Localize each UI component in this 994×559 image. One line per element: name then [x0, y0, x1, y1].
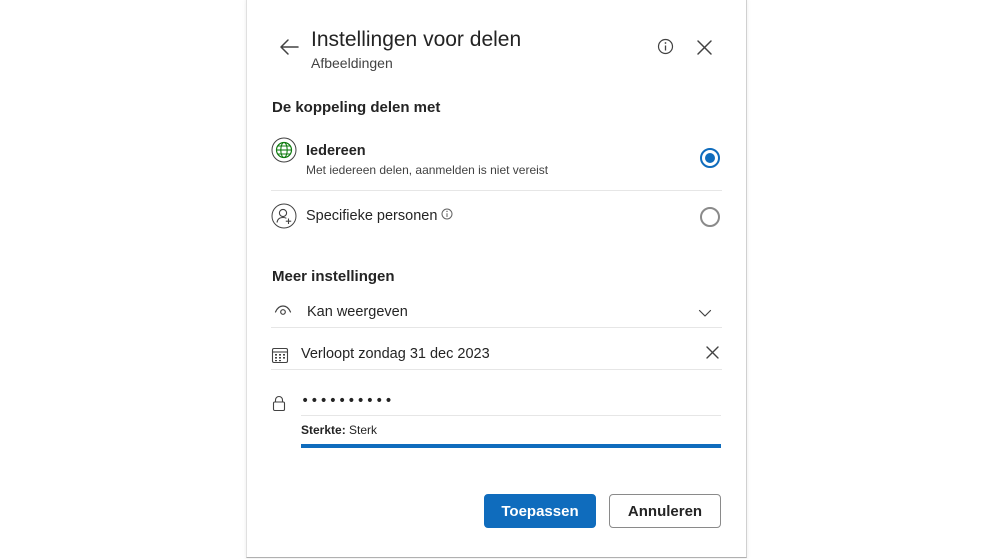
lock-icon	[272, 395, 286, 412]
option-specific-people-text: Specifieke personen	[306, 208, 438, 224]
eye-icon	[274, 303, 292, 317]
more-settings-heading: Meer instellingen	[272, 268, 395, 285]
strength-value: Sterk	[349, 423, 378, 437]
strength-bar	[301, 444, 721, 448]
password-strength: Sterkte: Sterk	[301, 423, 377, 437]
radio-everyone-selected[interactable]	[700, 148, 720, 168]
cancel-button[interactable]: Annuleren	[609, 494, 721, 528]
option-everyone-label: Iedereen	[306, 143, 366, 159]
strength-label: Sterkte:	[301, 423, 346, 437]
permission-value: Kan weergeven	[307, 304, 408, 320]
radio-specific-people[interactable]	[700, 207, 720, 227]
person-add-icon	[271, 203, 297, 229]
expiry-date-value: Verloopt zondag 31 dec 2023	[301, 346, 490, 362]
option-specific-people-label: Specifieke personen	[306, 208, 453, 224]
strength-bar-fill	[301, 444, 721, 448]
share-with-heading: De koppeling delen met	[272, 99, 441, 116]
page-subtitle: Afbeeldingen	[311, 55, 393, 71]
clear-expiry-icon[interactable]	[705, 345, 720, 360]
option-everyone-description: Met iedereen delen, aanmelden is niet ve…	[306, 163, 549, 177]
back-arrow-icon[interactable]	[278, 37, 300, 57]
close-icon[interactable]	[696, 39, 713, 56]
globe-icon	[271, 137, 297, 163]
page-title: Instellingen voor delen	[311, 28, 522, 51]
chevron-down-icon[interactable]	[698, 305, 712, 317]
apply-button[interactable]: Toepassen	[484, 494, 596, 528]
password-input[interactable]	[301, 386, 721, 416]
info-icon[interactable]	[441, 208, 453, 224]
calendar-icon	[271, 346, 289, 364]
info-icon[interactable]	[657, 38, 674, 55]
